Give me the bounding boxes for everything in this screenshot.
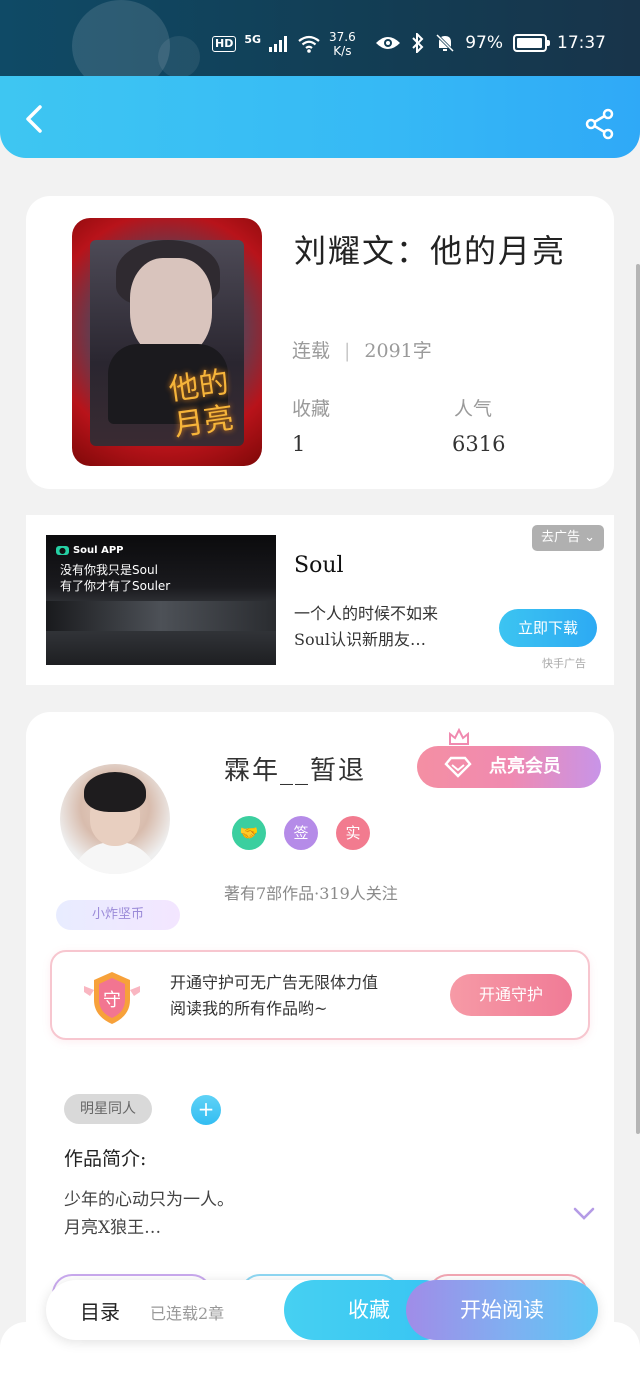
verified-tag: 实 xyxy=(336,816,370,850)
ad-title: Soul xyxy=(294,553,344,578)
avatar-shirt xyxy=(72,842,158,874)
add-tag-button[interactable]: + xyxy=(191,1095,221,1125)
intro-label: 作品简介: xyxy=(64,1148,147,1170)
wifi-icon xyxy=(298,35,320,53)
network-type: 5G xyxy=(244,32,262,46)
bottom-action-bar: 目录 已连载2章 收藏 开始阅读 xyxy=(46,1280,598,1340)
book-title: 刘耀文：他的月亮 xyxy=(294,232,567,270)
author-avatar[interactable] xyxy=(60,764,170,874)
diamond-icon xyxy=(444,756,472,778)
start-reading-button[interactable]: 开始阅读 xyxy=(406,1280,598,1340)
speed-unit: K/s xyxy=(333,44,352,58)
favorites-value: 1 xyxy=(292,432,306,456)
guard-button[interactable]: 开通守护 xyxy=(450,974,572,1016)
signed-tag: 签 xyxy=(284,816,318,850)
share-icon[interactable] xyxy=(584,108,616,140)
status-bar: HD 5G 37.6 K/s 97% 17:37 xyxy=(0,0,640,92)
bell-muted-icon xyxy=(436,33,455,53)
handshake-icon: 🤝 xyxy=(232,816,266,850)
clock: 17:37 xyxy=(557,33,606,53)
guard-text-line1: 开通守护可无广告无限体力值 xyxy=(170,973,379,992)
status-right: 97% 17:37 xyxy=(375,33,606,53)
serial-status: 连载 xyxy=(292,340,331,362)
cover-title-text: 他的月亮 xyxy=(166,364,237,444)
chevron-down-icon[interactable] xyxy=(572,1206,596,1222)
guard-shield-icon: 守 xyxy=(84,972,140,1024)
svg-text:守: 守 xyxy=(103,990,121,1011)
intro-line2: 月亮X狼王… xyxy=(64,1218,162,1238)
popularity-value: 6316 xyxy=(452,432,506,456)
back-arrow-icon[interactable] xyxy=(22,104,48,134)
speed-value: 37.6 xyxy=(329,30,356,44)
intro-line1: 少年的心动只为一人。 xyxy=(64,1190,234,1210)
bluetooth-icon xyxy=(412,33,424,53)
ad-source: 快手广告 xyxy=(542,657,586,670)
ad-image-line2: 有了你才有了Souler xyxy=(60,579,171,593)
signal-icon xyxy=(269,36,288,52)
guard-text: 开通守护可无广告无限体力值 阅读我的所有作品哟~ xyxy=(170,970,378,1022)
crown-icon xyxy=(449,728,469,745)
genre-tag[interactable]: 明星同人 xyxy=(64,1094,152,1124)
guard-banner: 守 开通守护可无广告无限体力值 阅读我的所有作品哟~ 开通守护 xyxy=(50,950,590,1040)
book-cover[interactable]: 他的月亮 xyxy=(72,218,262,466)
word-count: 2091字 xyxy=(364,340,432,362)
chapter-count: 已连载2章 xyxy=(150,1304,225,1323)
ad-image[interactable]: ● Soul APP 没有你我只是Soul 有了你才有了Souler xyxy=(46,535,276,665)
ad-brand: ● Soul APP xyxy=(56,545,123,556)
author-badge: 小炸坚币 xyxy=(56,900,180,930)
network-speed: 37.6 K/s xyxy=(329,30,356,58)
author-card: 小炸坚币 霖年__暂退 点亮会员 🤝 签 实 著有7部作品·319人关注 守 开… xyxy=(26,712,614,1352)
soul-logo-icon: ● xyxy=(56,546,69,555)
avatar-hair xyxy=(84,772,146,812)
ad-image-line1: 没有你我只是Soul xyxy=(60,563,158,577)
eye-icon xyxy=(376,37,401,49)
book-status: 连载 | 2091字 xyxy=(292,336,432,363)
ad-banner[interactable]: ● Soul APP 没有你我只是Soul 有了你才有了Souler 去广告 ⌄ … xyxy=(26,515,614,685)
remove-ad-button[interactable]: 去广告 ⌄ xyxy=(532,525,604,551)
book-info-card: 他的月亮 刘耀文：他的月亮 连载 | 2091字 收藏 1 人气 6316 xyxy=(26,196,614,489)
ad-download-button[interactable]: 立即下载 xyxy=(499,609,597,647)
favorites-label: 收藏 xyxy=(292,398,331,420)
vip-button[interactable]: 点亮会员 xyxy=(417,746,601,788)
divider: | xyxy=(344,340,351,362)
status-left: HD 5G 37.6 K/s xyxy=(212,30,356,58)
intro-text: 少年的心动只为一人。 月亮X狼王… xyxy=(64,1186,234,1242)
scrollbar[interactable] xyxy=(636,264,640,1134)
battery-icon xyxy=(513,34,550,52)
guard-text-line2: 阅读我的所有作品哟~ xyxy=(170,999,328,1018)
chevron-down-icon: ⌄ xyxy=(584,530,596,545)
vip-label: 点亮会员 xyxy=(489,756,561,777)
battery-percent: 97% xyxy=(465,33,503,53)
author-stats: 著有7部作品·319人关注 xyxy=(224,884,398,903)
ad-scenery xyxy=(46,601,276,631)
toc-button[interactable]: 目录 xyxy=(80,1296,120,1325)
cover-figure-face xyxy=(130,258,212,358)
ad-description: 一个人的时候不如来Soul认识新朋友… xyxy=(294,604,439,649)
nav-bar xyxy=(0,76,640,158)
author-name: 霖年__暂退 xyxy=(224,756,367,786)
popularity-label: 人气 xyxy=(454,398,493,420)
hd-icon: HD xyxy=(212,36,237,52)
decorative-bubble xyxy=(158,36,200,78)
